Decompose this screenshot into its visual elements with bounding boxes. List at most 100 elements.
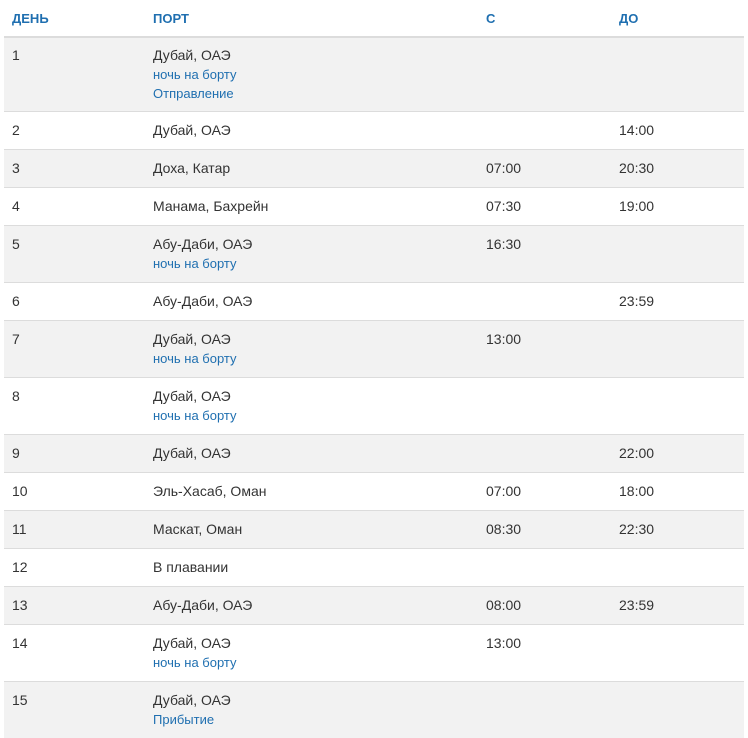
arrival-time-cell: 07:00 [478,150,611,188]
port-cell: Эль-Хасаб, Оман [145,473,478,511]
arrival-time-cell [478,435,611,473]
port-name: Абу-Даби, ОАЭ [153,235,478,254]
port-name: Эль-Хасаб, Оман [153,482,478,501]
table-row: 8Дубай, ОАЭночь на борту [4,378,744,435]
port-name: Абу-Даби, ОАЭ [153,292,478,311]
port-cell: Дубай, ОАЭночь на борту [145,321,478,378]
day-cell: 13 [4,587,145,625]
arrival-time-cell [478,283,611,321]
day-cell: 1 [4,37,145,112]
header-port: ПОРТ [145,0,478,37]
arrival-time-cell [478,682,611,738]
day-cell: 12 [4,549,145,587]
table-row: 10 Эль-Хасаб, Оман07:0018:00 [4,473,744,511]
port-cell: Абу-Даби, ОАЭ [145,283,478,321]
port-name: В плавании [153,558,478,577]
port-note: ночь на борту [153,406,478,425]
departure-time-cell [611,682,744,738]
itinerary-header: ДЕНЬ ПОРТ С ДО [4,0,744,37]
departure-time-cell: 20:30 [611,150,744,188]
arrival-time-cell [478,378,611,435]
port-name: Абу-Даби, ОАЭ [153,596,478,615]
departure-time-cell [611,549,744,587]
table-row: 14Дубай, ОАЭночь на борту13:00 [4,625,744,682]
arrival-time-cell: 13:00 [478,625,611,682]
table-row: 7Дубай, ОАЭночь на борту13:00 [4,321,744,378]
departure-time-cell: 14:00 [611,112,744,150]
day-cell: 4 [4,188,145,226]
header-from: С [478,0,611,37]
port-cell: Дубай, ОАЭПрибытие [145,682,478,738]
arrival-time-cell: 07:30 [478,188,611,226]
table-row: 15Дубай, ОАЭПрибытие [4,682,744,738]
departure-time-cell: 18:00 [611,473,744,511]
port-name: Дубай, ОАЭ [153,330,478,349]
port-name: Дубай, ОАЭ [153,387,478,406]
day-cell: 14 [4,625,145,682]
table-row: 12 В плавании [4,549,744,587]
port-cell: Абу-Даби, ОАЭ [145,587,478,625]
arrival-time-cell: 08:00 [478,587,611,625]
port-name: Дубай, ОАЭ [153,634,478,653]
port-note: ночь на борту [153,254,478,273]
port-name: Манама, Бахрейн [153,197,478,216]
table-row: 11Маскат, Оман08:3022:30 [4,511,744,549]
header-to: ДО [611,0,744,37]
port-name: Дубай, ОАЭ [153,121,478,140]
port-cell: Маскат, Оман [145,511,478,549]
itinerary-body: 1Дубай, ОАЭночь на бортуОтправление2Дуба… [4,37,744,738]
departure-time-cell [611,321,744,378]
day-cell: 7 [4,321,145,378]
departure-time-cell [611,625,744,682]
port-cell: Дубай, ОАЭночь на борту [145,378,478,435]
port-note: ночь на борту [153,653,478,672]
day-cell: 8 [4,378,145,435]
departure-time-cell: 23:59 [611,587,744,625]
arrival-time-cell [478,37,611,112]
day-cell: 2 [4,112,145,150]
port-name: Доха, Катар [153,159,478,178]
table-row: 9 Дубай, ОАЭ 22:00 [4,435,744,473]
itinerary-table: ДЕНЬ ПОРТ С ДО 1Дубай, ОАЭночь на бортуО… [4,0,744,738]
departure-time-cell [611,226,744,283]
port-cell: Манама, Бахрейн [145,188,478,226]
port-note: Отправление [153,84,478,103]
departure-time-cell [611,37,744,112]
arrival-time-cell [478,549,611,587]
header-day: ДЕНЬ [4,0,145,37]
table-row: 6 Абу-Даби, ОАЭ 23:59 [4,283,744,321]
day-cell: 10 [4,473,145,511]
arrival-time-cell [478,112,611,150]
table-row: 3 Доха, Катар07:0020:30 [4,150,744,188]
port-name: Дубай, ОАЭ [153,46,478,65]
port-cell: Дубай, ОАЭ [145,112,478,150]
port-note: Прибытие [153,710,478,729]
departure-time-cell [611,378,744,435]
port-cell: Доха, Катар [145,150,478,188]
table-row: 13 Абу-Даби, ОАЭ08:0023:59 [4,587,744,625]
port-name: Дубай, ОАЭ [153,691,478,710]
table-row: 2 Дубай, ОАЭ 14:00 [4,112,744,150]
arrival-time-cell: 13:00 [478,321,611,378]
day-cell: 11 [4,511,145,549]
day-cell: 15 [4,682,145,738]
port-cell: Абу-Даби, ОАЭночь на борту [145,226,478,283]
arrival-time-cell: 16:30 [478,226,611,283]
port-note: ночь на борту [153,349,478,368]
table-row: 5Абу-Даби, ОАЭночь на борту16:30 [4,226,744,283]
day-cell: 9 [4,435,145,473]
arrival-time-cell: 07:00 [478,473,611,511]
arrival-time-cell: 08:30 [478,511,611,549]
port-cell: В плавании [145,549,478,587]
departure-time-cell: 22:00 [611,435,744,473]
departure-time-cell: 23:59 [611,283,744,321]
port-name: Дубай, ОАЭ [153,444,478,463]
day-cell: 6 [4,283,145,321]
day-cell: 5 [4,226,145,283]
table-row: 1Дубай, ОАЭночь на бортуОтправление [4,37,744,112]
port-cell: Дубай, ОАЭ [145,435,478,473]
day-cell: 3 [4,150,145,188]
departure-time-cell: 19:00 [611,188,744,226]
header-row: ДЕНЬ ПОРТ С ДО [4,0,744,37]
port-cell: Дубай, ОАЭночь на борту [145,625,478,682]
